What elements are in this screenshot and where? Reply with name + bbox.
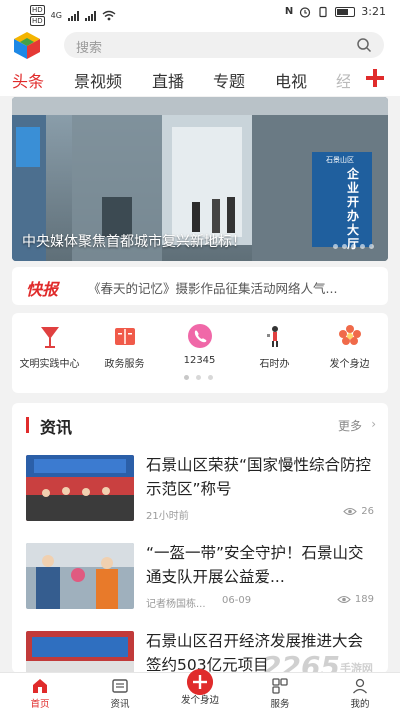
wifi-icon bbox=[102, 10, 116, 21]
signal-icon bbox=[67, 10, 79, 21]
news-item[interactable]: “一盔一带”安全守护！石景山交通支队开展公益爱... 记者杨国栋... 06-0… bbox=[26, 543, 376, 611]
vibrate-icon bbox=[319, 6, 327, 17]
quick-link-label: 发个身边 bbox=[329, 359, 370, 370]
nav-services[interactable]: 服务 bbox=[250, 677, 310, 710]
nav-profile[interactable]: 我的 bbox=[330, 677, 390, 710]
phone-icon bbox=[187, 324, 212, 348]
flower-icon bbox=[338, 325, 361, 345]
nav-news[interactable]: 资讯 bbox=[90, 677, 150, 710]
news-item-views: 26 bbox=[343, 506, 374, 517]
news-item-view-count: 189 bbox=[354, 594, 374, 605]
plus-icon[interactable] bbox=[187, 669, 213, 695]
quick-link-label: 石时办 bbox=[259, 359, 290, 370]
tab-video[interactable]: 景视频 bbox=[74, 68, 122, 92]
search-placeholder: 搜索 bbox=[76, 41, 103, 56]
signal-icon bbox=[84, 10, 96, 21]
news-item-title: “一盔一带”安全守护！石景山交通支队开展公益爱... bbox=[146, 544, 364, 586]
quick-link-civilization[interactable]: 文明实践中心 bbox=[12, 323, 87, 370]
bottom-nav: 首页 资讯 发个身边 服务 我的 bbox=[0, 669, 400, 711]
tab-live[interactable]: 直播 bbox=[152, 68, 184, 92]
search-icon[interactable] bbox=[356, 37, 372, 53]
status-left: HD HD 4G bbox=[30, 5, 116, 26]
add-channel-icon[interactable] bbox=[364, 66, 386, 90]
book-icon bbox=[114, 328, 135, 345]
news-item-title: 石景山区荣获“国家慢性综合防控示范区”称号 bbox=[146, 456, 372, 498]
tab-headlines[interactable]: 头条 bbox=[12, 68, 44, 92]
quick-link-nearby[interactable]: 发个身边 bbox=[312, 323, 387, 370]
more-link[interactable]: 更多 bbox=[338, 417, 362, 434]
figure-icon bbox=[266, 326, 278, 347]
news-thumbnail bbox=[26, 631, 134, 673]
news-section: 资讯 更多 › 石景山区荣获“国家慢性综合防控示范区”称号 21小时前 26 “… bbox=[12, 403, 388, 673]
user-icon bbox=[353, 678, 367, 694]
flash-badge: 快报 bbox=[26, 280, 59, 299]
alarm-icon bbox=[300, 6, 311, 18]
status-right: N 3:21 bbox=[285, 5, 386, 18]
tab-economy[interactable]: 经 bbox=[336, 68, 350, 92]
nav-home[interactable]: 首页 bbox=[10, 677, 70, 710]
hd-badge: HD bbox=[30, 16, 45, 26]
nav-label: 服务 bbox=[270, 699, 290, 710]
network-label: 4G bbox=[50, 11, 62, 20]
quick-link-label: 政务服务 bbox=[104, 359, 145, 370]
quick-link-shishiban[interactable]: 石时办 bbox=[237, 323, 312, 370]
top-bar: 搜索 bbox=[0, 26, 400, 64]
banner-caption: 中央媒体聚焦首都城市复兴新地标！ bbox=[22, 234, 246, 250]
news-section-title: 资讯 bbox=[40, 418, 73, 437]
quick-link-government[interactable]: 政务服务 bbox=[87, 323, 162, 370]
nav-label: 资讯 bbox=[110, 699, 130, 710]
app-logo[interactable] bbox=[12, 30, 42, 60]
nav-label: 我的 bbox=[350, 699, 370, 710]
news-item-time: 21小时前 bbox=[146, 511, 189, 522]
battery-icon bbox=[335, 6, 356, 17]
eye-icon bbox=[337, 595, 351, 604]
category-tabs: 头条 景视频 直播 专题 电视 经 bbox=[0, 64, 400, 96]
quick-link-hotline[interactable]: 12345 bbox=[162, 323, 237, 366]
news-item-author: 记者杨国栋... bbox=[146, 599, 206, 610]
banner-pagination bbox=[333, 244, 374, 249]
services-icon bbox=[272, 678, 288, 694]
flash-news[interactable]: 快报 《春天的记忆》摄影作品征集活动网络人气... bbox=[12, 267, 388, 305]
sign-text: 企业开办大厅 bbox=[347, 167, 360, 251]
section-marker bbox=[26, 417, 29, 433]
clock: 3:21 bbox=[361, 5, 386, 18]
quick-links: 文明实践中心 政务服务 12345 石时办 发个身边 bbox=[12, 313, 388, 393]
news-item[interactable]: 石景山区荣获“国家慢性综合防控示范区”称号 21小时前 26 bbox=[26, 455, 376, 523]
hd-badge: HD bbox=[30, 5, 45, 15]
tab-topics[interactable]: 专题 bbox=[213, 68, 245, 92]
flag-icon bbox=[40, 327, 59, 348]
quick-links-pagination bbox=[184, 375, 213, 380]
sign-header: 石景山区 bbox=[326, 156, 354, 164]
home-icon bbox=[33, 679, 47, 693]
hd-badges: HD HD bbox=[30, 5, 45, 26]
status-bar: HD HD 4G N 3:21 bbox=[0, 0, 400, 26]
flash-text: 《春天的记忆》摄影作品征集活动网络人气... bbox=[88, 281, 338, 296]
news-thumbnail bbox=[26, 455, 134, 521]
quick-link-label: 12345 bbox=[183, 355, 216, 366]
search-bar[interactable]: 搜索 bbox=[64, 32, 384, 58]
nfc-icon: N bbox=[284, 6, 294, 17]
news-item-view-count: 26 bbox=[361, 506, 374, 517]
hero-banner[interactable]: 石景山区 企业开办大厅 中央媒体聚焦首都城市复兴新地标！ bbox=[12, 97, 388, 261]
news-item-date: 06-09 bbox=[222, 595, 252, 606]
tab-tv[interactable]: 电视 bbox=[275, 68, 307, 92]
nav-label: 首页 bbox=[30, 699, 50, 710]
eye-icon bbox=[343, 507, 358, 516]
quick-link-label: 文明实践中心 bbox=[19, 359, 80, 370]
chevron-right-icon[interactable]: › bbox=[371, 417, 376, 431]
news-icon bbox=[112, 679, 128, 693]
news-item-views: 189 bbox=[337, 594, 374, 605]
news-thumbnail bbox=[26, 543, 134, 609]
